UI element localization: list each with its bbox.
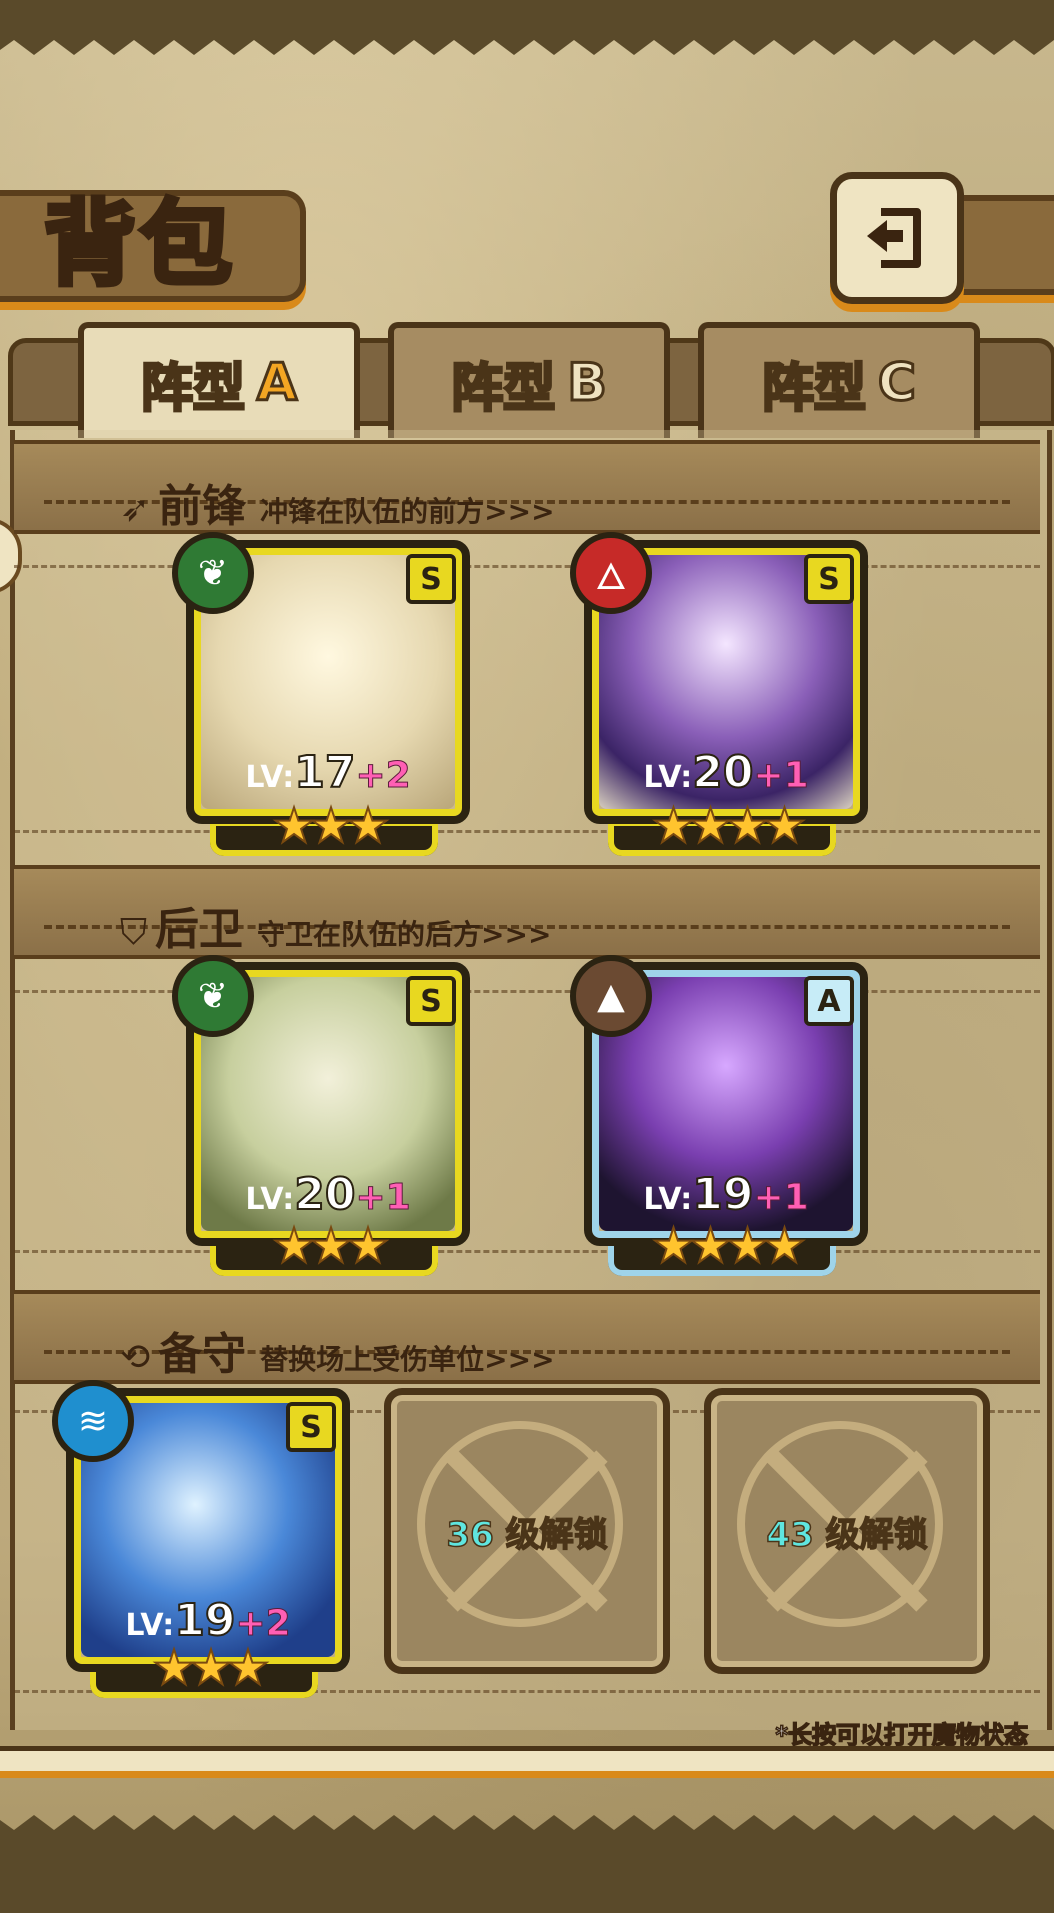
section-title: 后卫 — [155, 904, 244, 955]
section-reserve: ⟲ 备守 替换场上受伤单位>>> — [120, 1318, 555, 1382]
row-divider — [14, 990, 1040, 993]
unit-level: LV:19+2 — [125, 1594, 291, 1647]
section-front: ➶ 前锋 冲锋在队伍的前方>>> — [120, 470, 555, 534]
unlock-requirement: 36 级解锁 — [446, 1514, 609, 1556]
water-icon: ≋ — [52, 1380, 134, 1462]
tab-letter: C — [876, 352, 917, 415]
row-divider — [14, 830, 1040, 833]
row-divider — [14, 565, 1040, 568]
star-rating: ★★★★ — [651, 1217, 807, 1275]
unit-level: LV:20+1 — [643, 746, 809, 799]
star-rating: ★★★ — [271, 797, 390, 855]
rank-badge: A — [804, 976, 854, 1026]
locked-slot[interactable]: 43 级解锁 — [704, 1388, 990, 1674]
tab-label: 阵型 — [450, 357, 557, 420]
tab-formation-a[interactable]: 阵型 A — [78, 322, 360, 438]
locked-slot[interactable]: 36 级解锁 — [384, 1388, 670, 1674]
unlock-requirement: 43 级解锁 — [766, 1514, 929, 1556]
rank-badge: S — [286, 1402, 336, 1452]
star-rating: ★★★ — [151, 1639, 270, 1697]
section-desc: 守卫在队伍的后方>>> — [257, 918, 552, 951]
unit-level: LV:19+1 — [643, 1168, 809, 1221]
fire-icon: 🜂 — [570, 532, 652, 614]
unit-level: LV:17+2 — [245, 746, 411, 799]
section-desc: 冲锋在队伍的前方>>> — [260, 495, 555, 528]
bottom-bar — [0, 1746, 1054, 1778]
tab-formation-b[interactable]: 阵型 B — [388, 322, 670, 438]
tab-letter: B — [566, 352, 609, 415]
rank-badge: S — [406, 976, 456, 1026]
row-divider — [14, 1250, 1040, 1253]
tab-letter: A — [255, 352, 298, 415]
page-title: 背包 — [41, 188, 237, 301]
top-border — [0, 0, 1054, 55]
unit-level: LV:20+1 — [245, 1168, 411, 1221]
bottom-border — [0, 1815, 1054, 1913]
section-title: 备守 — [158, 1329, 247, 1380]
section-desc: 替换场上受伤单位>>> — [260, 1343, 555, 1376]
return-icon — [867, 208, 921, 268]
swap-icon: ⟲ — [120, 1337, 151, 1378]
tab-label: 阵型 — [760, 357, 867, 420]
shield-icon: ⛉ — [120, 912, 148, 953]
section-back: ⛉ 后卫 守卫在队伍的后方>>> — [120, 893, 551, 957]
sword-icon: ➶ — [120, 489, 151, 530]
back-plate — [950, 195, 1054, 295]
star-rating: ★★★★ — [651, 797, 807, 855]
section-title: 前锋 — [158, 481, 247, 532]
leaf-icon: ❦ — [172, 955, 254, 1037]
hint-text: *长按可以打开魔物状态 — [775, 1720, 1029, 1750]
star-rating: ★★★ — [271, 1217, 390, 1275]
earth-icon: ▲ — [570, 955, 652, 1037]
leaf-icon: ❦ — [172, 532, 254, 614]
tab-formation-c[interactable]: 阵型 C — [698, 322, 980, 438]
tab-label: 阵型 — [139, 357, 246, 420]
back-button[interactable] — [830, 172, 964, 304]
rank-badge: S — [406, 554, 456, 604]
rank-badge: S — [804, 554, 854, 604]
